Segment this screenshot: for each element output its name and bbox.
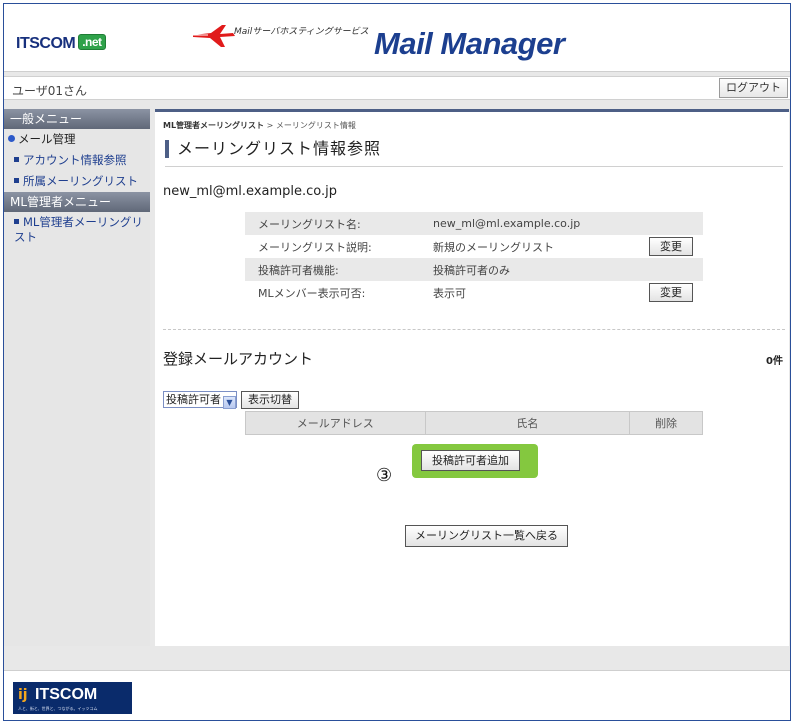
change-visibility-button[interactable]: 変更 bbox=[649, 283, 693, 302]
ml-admin-lists-label: ML管理者メーリングリスト bbox=[14, 215, 143, 244]
info-action-cell: 変更 bbox=[649, 235, 703, 258]
sidebar-item-mail-admin[interactable]: メール管理 bbox=[4, 129, 150, 150]
sidebar: 一般メニュー メール管理 アカウント情報参照 所属メーリングリスト ML管理者メ… bbox=[4, 109, 150, 646]
brand-text: ITSCOM bbox=[16, 35, 76, 52]
info-row: メーリングリスト名: new_ml@ml.example.co.jp bbox=[245, 212, 703, 235]
app-frame: ITSCOM .net Mailサーバホスティングサービス Mail Manage… bbox=[3, 3, 791, 721]
change-description-button[interactable]: 変更 bbox=[649, 237, 693, 256]
footer-tagline: 人と、街と、世界と、つながる。イッツコム bbox=[18, 706, 98, 711]
footer-brand: ITSCOM bbox=[35, 686, 98, 703]
itscom-mark-icon: ij bbox=[18, 687, 28, 703]
info-value: 表示可 bbox=[433, 286, 466, 300]
info-value: 新規のメーリングリスト bbox=[433, 240, 554, 254]
dot-icon bbox=[8, 135, 15, 142]
sidebar-item-ml-admin-lists[interactable]: ML管理者メーリングリスト bbox=[4, 212, 150, 248]
ml-admin-menu-header: ML管理者メニュー bbox=[4, 192, 150, 212]
breadcrumb: ML管理者メーリングリスト > メーリングリスト情報 bbox=[163, 120, 356, 131]
column-header-email: メールアドレス bbox=[245, 411, 426, 435]
breadcrumb-parent[interactable]: ML管理者メーリングリスト bbox=[163, 121, 264, 130]
highlight-box: 投稿許可者追加 bbox=[412, 444, 538, 478]
filter-select[interactable]: 投稿許可者 ▼ bbox=[163, 391, 237, 409]
column-header-name: 氏名 bbox=[424, 411, 631, 435]
info-label: メーリングリスト説明: bbox=[258, 240, 372, 254]
filter-bar: 投稿許可者 ▼ 表示切替 bbox=[163, 391, 299, 409]
info-action-cell bbox=[649, 258, 703, 281]
footer-logo: ij ITSCOM 人と、街と、世界と、つながる。イッツコム bbox=[13, 682, 132, 714]
breadcrumb-current: メーリングリスト情報 bbox=[275, 121, 356, 130]
account-info-label: アカウント情報参照 bbox=[23, 153, 127, 167]
page-title: メーリングリスト情報参照 bbox=[165, 140, 381, 158]
mail-admin-label: メール管理 bbox=[18, 132, 76, 146]
username: ユーザ01さん bbox=[12, 84, 88, 98]
section-divider bbox=[163, 329, 785, 330]
brand-net: .net bbox=[78, 34, 106, 50]
sidebar-item-account-info[interactable]: アカウント情報参照 bbox=[4, 150, 150, 171]
info-label: メーリングリスト名: bbox=[245, 212, 433, 235]
bullet-icon bbox=[14, 157, 19, 162]
toggle-display-button[interactable]: 表示切替 bbox=[241, 391, 299, 409]
header: ITSCOM .net Mailサーバホスティングサービス Mail Manage… bbox=[4, 4, 790, 72]
footer: ij ITSCOM 人と、街と、世界と、つながる。イッツコム bbox=[4, 670, 790, 720]
service-text: Mailサーバホスティングサービス bbox=[234, 27, 369, 37]
info-row: MLメンバー表示可否: 表示可 変更 bbox=[245, 281, 703, 304]
bullet-icon bbox=[14, 178, 19, 183]
info-label: 投稿許可者機能: bbox=[245, 258, 433, 281]
owned-lists-label: 所属メーリングリスト bbox=[23, 174, 138, 188]
filter-select-value: 投稿許可者 bbox=[166, 393, 221, 406]
add-permitted-sender-button[interactable]: 投稿許可者追加 bbox=[421, 450, 520, 471]
info-action-cell bbox=[649, 212, 703, 235]
info-table: メーリングリスト名: new_ml@ml.example.co.jp メーリング… bbox=[245, 212, 703, 304]
info-value: new_ml@ml.example.co.jp bbox=[433, 212, 649, 235]
accounts-heading: 登録メールアカウント bbox=[163, 350, 314, 368]
column-header-delete: 削除 bbox=[629, 411, 703, 435]
bullet-icon bbox=[14, 219, 19, 224]
itscom-logo: ITSCOM .net bbox=[16, 34, 106, 53]
step-marker: ③ bbox=[376, 465, 393, 486]
chevron-down-icon[interactable]: ▼ bbox=[223, 396, 236, 409]
title-divider bbox=[165, 166, 783, 167]
main-content: ML管理者メーリングリスト > メーリングリスト情報 メーリングリスト情報参照 … bbox=[155, 109, 789, 646]
user-bar: ユーザ01さん ログアウト bbox=[4, 76, 790, 100]
breadcrumb-separator: > bbox=[266, 121, 274, 130]
info-row: メーリングリスト説明: 新規のメーリングリスト 変更 bbox=[245, 235, 703, 258]
back-to-list-button[interactable]: メーリングリスト一覧へ戻る bbox=[405, 525, 568, 547]
airplane-icon bbox=[193, 25, 235, 47]
list-address: new_ml@ml.example.co.jp bbox=[163, 184, 338, 199]
info-row: 投稿許可者機能: 投稿許可者のみ bbox=[245, 258, 703, 281]
account-count: 0件 bbox=[766, 356, 783, 367]
sidebar-item-owned-lists[interactable]: 所属メーリングリスト bbox=[4, 171, 150, 192]
info-value: 投稿許可者のみ bbox=[433, 258, 649, 281]
info-action-cell: 変更 bbox=[649, 281, 703, 304]
member-table: メールアドレス 氏名 削除 bbox=[245, 411, 703, 435]
app-title: Mail Manager bbox=[374, 26, 565, 61]
general-menu-header: 一般メニュー bbox=[4, 109, 150, 129]
logout-button[interactable]: ログアウト bbox=[719, 78, 788, 98]
table-header-row: メールアドレス 氏名 削除 bbox=[245, 411, 703, 435]
info-label: MLメンバー表示可否: bbox=[258, 286, 366, 300]
